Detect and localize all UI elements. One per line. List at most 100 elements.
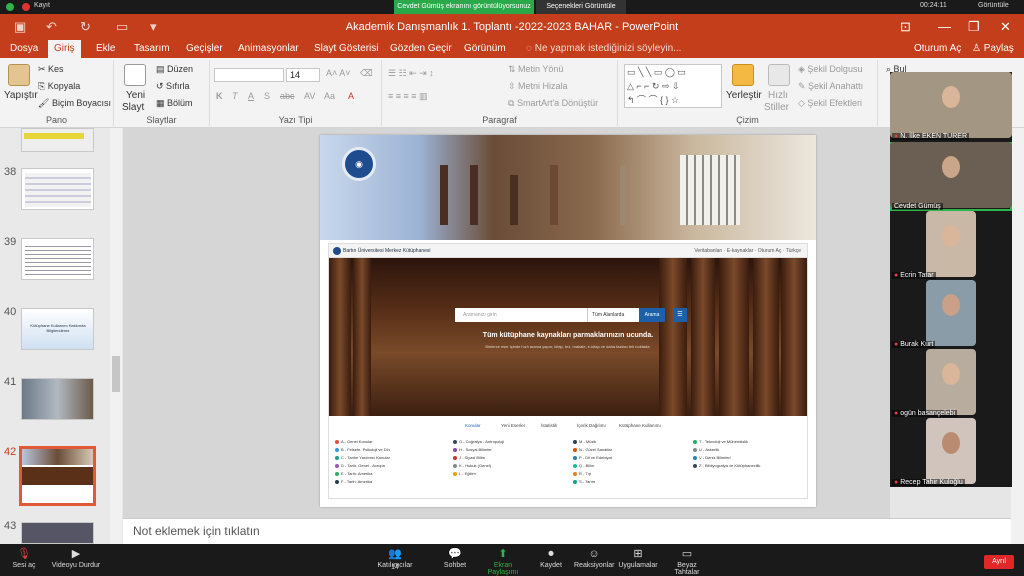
category-label: P - Dil ve Edebiyat: [579, 455, 612, 460]
slide-thumb-39[interactable]: [21, 238, 94, 280]
shape-outline-button[interactable]: ✎ Şekil Anahattı: [798, 81, 863, 92]
layout-icon: ▤: [156, 64, 168, 74]
site-tab: İstatistik: [541, 423, 558, 428]
align-text-button[interactable]: ⇳ Metni Hizala: [508, 81, 568, 92]
underline-icon[interactable]: A: [248, 91, 254, 101]
font-color-icon[interactable]: A: [348, 91, 354, 101]
whiteboard-button[interactable]: ▭ Beyaz Tahtalar: [664, 544, 710, 576]
chat-button[interactable]: 💬 Sohbet: [438, 544, 472, 576]
grow-font-icon[interactable]: A˄ A˅: [326, 68, 351, 78]
copy-button[interactable]: ⎘ Kopyala: [38, 81, 80, 92]
participant-tile[interactable]: ● Recep Tahir Kuloğlu: [890, 418, 1012, 487]
record-button[interactable]: ⏺ Kaydet: [534, 544, 568, 576]
leave-button[interactable]: Ayrıl: [984, 555, 1014, 569]
tab-slayt-gosterisi[interactable]: Slayt Gösterisi: [308, 40, 384, 58]
clear-format-icon[interactable]: ⌫: [360, 68, 373, 79]
editor-scrollbar[interactable]: [1011, 128, 1024, 544]
italic-icon[interactable]: T: [232, 91, 238, 101]
ribbon-display-icon[interactable]: ⊡: [900, 19, 911, 35]
paste-button[interactable]: Yapıştır: [4, 90, 38, 101]
share-screen-button[interactable]: ⬆ Ekran Paylaşımı: [478, 544, 528, 576]
new-slide-label-1[interactable]: Yeni: [126, 90, 145, 101]
slide-thumb-42[interactable]: [19, 446, 96, 506]
new-slide-label-2[interactable]: Slayt: [122, 102, 144, 113]
apps-button[interactable]: ⊞ Uygulamalar: [618, 544, 658, 576]
slide-thumb-41[interactable]: [21, 378, 94, 420]
tab-animasyonlar[interactable]: Animasyonlar: [232, 40, 305, 58]
minimize-icon[interactable]: —: [938, 19, 951, 34]
quick-styles-label-1[interactable]: Hızlı: [768, 90, 788, 101]
participant-tile[interactable]: ● Burak Kurt: [890, 280, 1012, 349]
arrange-icon[interactable]: [732, 64, 754, 86]
meeting-timer: 00:24:11: [920, 2, 947, 9]
view-toggle-button[interactable]: Görüntüle: [978, 2, 1009, 9]
align-icons[interactable]: ≡ ≡ ≡ ≡ ▥: [388, 91, 428, 102]
stop-video-button[interactable]: ▶ Videoyu Durdur: [48, 544, 104, 576]
slide-thumb-43[interactable]: [21, 522, 94, 544]
shapes-gallery[interactable]: ▭ ╲ ╲ ▭ ◯ ▭ △ ⌐ ⌐ ↻ ⇨ ⇩ ↰ ⌒ ⌒ { } ☆: [624, 64, 722, 108]
unmute-button[interactable]: 🎙 Sesi aç: [4, 544, 44, 576]
sharing-indicator[interactable]: Cevdet Gümüş ekranını görüntülüyorsunuz: [394, 0, 534, 14]
section-button[interactable]: ▦ Bölüm: [156, 98, 193, 109]
muted-mic-icon: ●: [894, 272, 899, 279]
tab-gorunum[interactable]: Görünüm: [458, 40, 512, 58]
font-size-field[interactable]: 14: [286, 68, 320, 82]
format-painter-button[interactable]: 🖌 Biçim Boyacısı: [38, 98, 111, 109]
participant-avatar: [942, 86, 960, 108]
current-slide[interactable]: ◉ Bartın Üniversitesi Merkez Kütüphanesi…: [320, 135, 816, 507]
shape-effects-button[interactable]: ◇ Şekil Efektleri: [798, 98, 862, 109]
tab-gozden-gecir[interactable]: Gözden Geçir: [384, 40, 458, 58]
sign-in-link[interactable]: Oturum Aç: [914, 40, 961, 58]
close-icon[interactable]: ✕: [1000, 19, 1011, 35]
bold-icon[interactable]: K: [216, 91, 223, 101]
site-hero: Aramanızı girin Tüm Alanlarda Arama ☰ Tü…: [329, 258, 807, 416]
maximize-icon[interactable]: ❐: [968, 19, 980, 35]
smartart-button[interactable]: ⧉ SmartArt'a Dönüştür: [508, 98, 598, 109]
participant-tile-active-speaker[interactable]: Cevdet Gümüş: [890, 142, 1012, 211]
smartart-label: SmartArt'a Dönüştür: [516, 98, 599, 108]
tab-dosya[interactable]: Dosya: [4, 40, 44, 58]
spacing-icon[interactable]: AV: [304, 91, 315, 101]
category-label: F - Tarih: Amerika: [341, 479, 373, 484]
tab-giris[interactable]: Giriş: [48, 40, 81, 58]
new-slide-icon[interactable]: [124, 64, 146, 86]
cut-button[interactable]: ✂ Kes: [38, 64, 64, 75]
category-label: B - Felsefe, Psikoloji ve Din: [341, 447, 390, 452]
copy-label: Kopyala: [47, 81, 81, 91]
tab-ekle[interactable]: Ekle: [90, 40, 121, 58]
participant-tile[interactable]: ● ogün basançelebi: [890, 349, 1012, 418]
tab-tasarim[interactable]: Tasarım: [128, 40, 176, 58]
quick-styles-icon[interactable]: [768, 64, 790, 86]
participant-tile[interactable]: ● Ecrin Tatar: [890, 211, 1012, 280]
paste-icon[interactable]: [8, 64, 30, 86]
thumbnails-scrollbar[interactable]: [110, 128, 122, 544]
participant-tile[interactable]: ● N. İlke EKEN TURER: [890, 72, 1012, 141]
strikethrough-icon[interactable]: abc: [280, 91, 295, 101]
thumbnails-scroll-thumb[interactable]: [112, 356, 120, 392]
quick-styles-label-2[interactable]: Stiller: [764, 102, 789, 113]
font-name-field[interactable]: [214, 68, 284, 82]
layout-button[interactable]: ▤ Düzen: [156, 64, 193, 75]
category-label: E - Tarih: Amerika: [341, 471, 373, 476]
tab-gecisler[interactable]: Geçişler: [180, 40, 229, 58]
tell-me-search[interactable]: ◌ Ne yapmak istediğinizi söyleyin...: [526, 40, 681, 58]
reset-button[interactable]: ↺ Sıfırla: [156, 81, 190, 92]
category-item: V - Deniz Bilimleri: [693, 454, 731, 461]
category-label: A - Genel Konular: [341, 439, 373, 444]
reactions-button[interactable]: ☺ Reaksiyonlar: [574, 544, 614, 576]
slide-thumb-40[interactable]: Kütüphane Kullanımı Hakkında Bilgilendir…: [21, 308, 94, 350]
case-icon[interactable]: Aa: [324, 91, 335, 101]
shape-fill-button[interactable]: ◈ Şekil Dolgusu: [798, 64, 862, 75]
text-direction-button[interactable]: ⇅ Metin Yönü: [508, 64, 563, 75]
arrange-button[interactable]: Yerleştir: [726, 90, 762, 101]
view-options-button[interactable]: Seçenekleri Görüntüle: [536, 0, 626, 14]
share-button[interactable]: ♙ Paylaş: [972, 40, 1014, 58]
share-label: Paylaş: [983, 43, 1014, 54]
bullets-icon[interactable]: ☰ ☷ ⇤ ⇥ ↕: [388, 68, 434, 79]
slide-thumb-37[interactable]: [21, 128, 94, 152]
shadow-icon[interactable]: S: [264, 91, 270, 101]
notes-pane[interactable]: Not eklemek için tıklatın: [123, 518, 1011, 544]
category-label: S - Tarım: [579, 479, 596, 484]
participants-button[interactable]: 👥14 Katılımcılar: [372, 544, 418, 576]
slide-thumb-38[interactable]: [21, 168, 94, 210]
